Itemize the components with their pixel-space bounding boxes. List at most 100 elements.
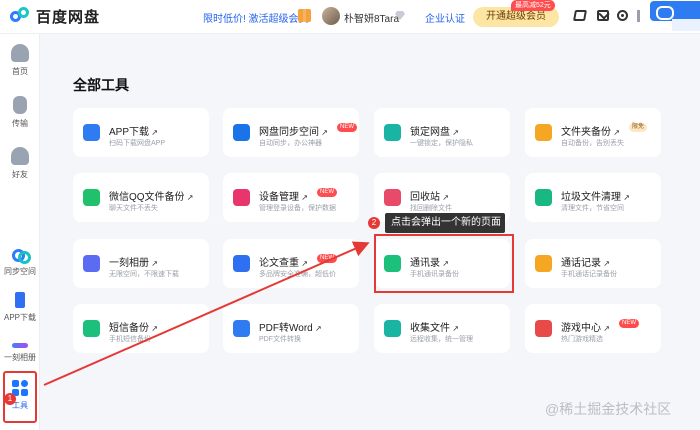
- tool-card[interactable]: 一刻相册无限空间，不限速下载: [73, 239, 209, 288]
- tool-name: 游戏中心: [561, 319, 610, 334]
- tool-description: 一键锁定，保护隐私: [410, 140, 473, 147]
- tool-name: APP下载: [109, 123, 158, 138]
- transfer-icon: [13, 96, 27, 114]
- tool-name: 论文查重: [259, 254, 308, 269]
- tool-card[interactable]: PDF转Word PDF文件转换: [223, 304, 359, 353]
- tool-description: 无限空间，不限速下载: [109, 271, 179, 278]
- tool-name: PDF转Word: [259, 319, 322, 334]
- tool-icon: [535, 255, 552, 272]
- tool-card[interactable]: 游戏中心热门游戏精选 NEW: [525, 304, 661, 353]
- sidebar-item-sync-space[interactable]: 同步空间: [0, 248, 40, 277]
- tool-card[interactable]: 通话记录手机通话记录备份: [525, 239, 661, 288]
- tool-icon: [83, 320, 100, 337]
- tool-card[interactable]: 锁定网盘一键锁定，保护隐私: [374, 108, 510, 157]
- sidebar-item-label: 首页: [12, 67, 28, 76]
- tool-description: 多品牌安全准确，超低价: [259, 271, 336, 278]
- tooltip: 点击会弹出一个新的页面: [385, 213, 505, 233]
- app-logo[interactable]: 百度网盘: [10, 6, 100, 27]
- gear-icon[interactable]: [617, 10, 628, 21]
- tool-icon: [384, 189, 401, 206]
- divider-icon: [637, 10, 640, 22]
- tool-tag-badge: 限免: [629, 123, 648, 132]
- tool-description: 手机短信备份: [109, 336, 151, 343]
- home-icon: [11, 44, 29, 62]
- sidebar-item-transfer[interactable]: 传输: [0, 96, 40, 129]
- tool-tag-badge: NEW: [337, 123, 357, 132]
- tool-name: 通话记录: [561, 254, 610, 269]
- tool-tag-badge: NEW: [619, 319, 639, 328]
- step-marker-1: 1: [4, 393, 16, 405]
- sidebar-item-friends[interactable]: 好友: [0, 147, 40, 180]
- tool-icon: [384, 124, 401, 141]
- grid-icon: [12, 380, 28, 396]
- tool-icon: [384, 320, 401, 337]
- tool-card[interactable]: 网盘同步空间自动同步，办公神器 NEW: [223, 108, 359, 157]
- edit-icon[interactable]: [573, 10, 587, 21]
- tool-description: 管理登录设备，保护数据: [259, 205, 336, 212]
- tool-icon: [233, 124, 250, 141]
- enterprise-verify-link[interactable]: 企业认证: [425, 10, 465, 25]
- logo-text: 百度网盘: [36, 9, 101, 26]
- tool-card[interactable]: APP下载扫码下载网盘APP: [73, 108, 209, 157]
- sidebar-item-label: 传输: [12, 119, 28, 128]
- tool-card[interactable]: 垃圾文件清理清理文件，节省空间: [525, 173, 661, 222]
- sidebar-item-app-download[interactable]: APP下载: [0, 292, 40, 323]
- vip-discount-badge: 最高减52元: [511, 0, 555, 11]
- watermark: @稀土掘金技术社区: [545, 401, 672, 417]
- tool-name: 微信QQ文件备份: [109, 188, 194, 203]
- sync-icon: [11, 248, 31, 264]
- tool-icon: [535, 189, 552, 206]
- sidebar-item-label: 同步空间: [4, 267, 36, 276]
- tool-tag-badge: NEW: [317, 188, 337, 197]
- tool-name: 锁定网盘: [410, 123, 459, 138]
- highlight-box: [374, 234, 514, 293]
- tool-icon: [83, 124, 100, 141]
- tool-description: 热门游戏精选: [561, 336, 603, 343]
- username[interactable]: 朴智妍8Tara: [344, 10, 399, 25]
- tool-icon: [535, 320, 552, 337]
- tool-card[interactable]: 微信QQ文件备份聊天文件不丢失: [73, 173, 209, 222]
- step-marker-2: 2: [368, 217, 380, 229]
- tool-icon: [83, 189, 100, 206]
- tool-icon: [233, 255, 250, 272]
- tool-name: 一刻相册: [109, 254, 158, 269]
- cloud-app-tab: [672, 19, 700, 31]
- tool-card[interactable]: 短信备份手机短信备份: [73, 304, 209, 353]
- tool-description: 扫码下载网盘APP: [109, 140, 166, 147]
- friends-icon: [11, 147, 29, 165]
- page-title: 全部工具: [73, 77, 129, 93]
- tool-description: 远程收集，统一管理: [410, 336, 473, 343]
- sidebar-item-label: APP下载: [3, 313, 36, 322]
- top-bar: 百度网盘 限时低价! 激活超级会员 朴智妍8Tara 企业认证 开通超级会员 最…: [0, 0, 700, 34]
- tool-name: 短信备份: [109, 319, 158, 334]
- tool-icon: [233, 320, 250, 337]
- tool-description: 自动备份，告别丢失: [561, 140, 624, 147]
- tool-icon: [233, 189, 250, 206]
- tool-description: 找回删除文件: [410, 205, 452, 212]
- sidebar-item-home[interactable]: 首页: [0, 44, 40, 77]
- sidebar-item-album[interactable]: 一刻相册: [0, 337, 40, 363]
- vip-promo-link[interactable]: 限时低价! 激活超级会员: [203, 10, 309, 25]
- avatar[interactable]: [322, 7, 340, 25]
- tool-name: 回收站: [410, 188, 449, 203]
- tool-card[interactable]: 论文查重多品牌安全准确，超低价 NEW: [223, 239, 359, 288]
- tool-card[interactable]: 文件夹备份自动备份，告别丢失 限免: [525, 108, 661, 157]
- tool-name: 网盘同步空间: [259, 123, 328, 138]
- tool-description: 自动同步，办公神器: [259, 140, 322, 147]
- tool-description: 聊天文件不丢失: [109, 205, 158, 212]
- sidebar: 首页 传输 好友 同步空间 APP下载 一刻相册 工具 1: [0, 34, 40, 430]
- tool-description: 手机通话记录备份: [561, 271, 617, 278]
- tool-card[interactable]: 收集文件远程收集，统一管理: [374, 304, 510, 353]
- sidebar-item-label: 好友: [12, 170, 28, 179]
- gift-icon[interactable]: [298, 9, 311, 22]
- tool-name: 设备管理: [259, 188, 308, 203]
- tool-name: 收集文件: [410, 319, 459, 334]
- album-icon: [12, 343, 28, 348]
- tool-icon: [535, 124, 552, 141]
- cloud-app-icon[interactable]: [650, 1, 700, 21]
- tool-card[interactable]: 设备管理管理登录设备，保护数据 NEW: [223, 173, 359, 222]
- tool-description: PDF文件转换: [259, 336, 301, 343]
- mail-icon[interactable]: [597, 10, 609, 21]
- tool-icon: [83, 255, 100, 272]
- tool-name: 文件夹备份: [561, 123, 620, 138]
